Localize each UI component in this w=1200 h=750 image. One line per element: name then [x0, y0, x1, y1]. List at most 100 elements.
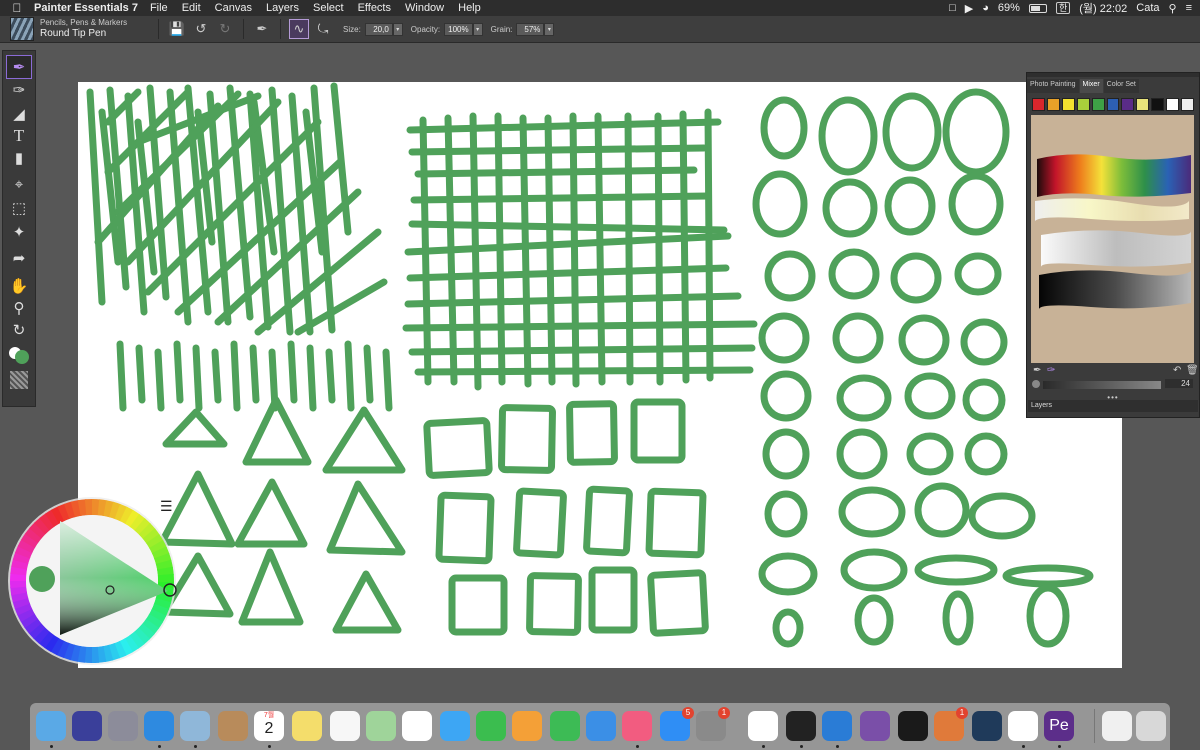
- photos-icon[interactable]: [402, 711, 432, 741]
- battery-icon[interactable]: [1028, 3, 1047, 13]
- app-menu[interactable]: Painter Essentials 7: [34, 2, 138, 14]
- crop-tool-icon[interactable]: ⌖: [7, 173, 31, 195]
- menu-window[interactable]: Window: [405, 2, 444, 14]
- grabber-hand-icon[interactable]: ✋: [7, 275, 31, 297]
- safari-icon[interactable]: [144, 711, 174, 741]
- facetime-icon[interactable]: [476, 711, 506, 741]
- grain-field[interactable]: 57%: [516, 22, 545, 36]
- mixer-brush-size-slider[interactable]: 24: [1029, 379, 1197, 391]
- emacs-icon[interactable]: [860, 711, 890, 741]
- rectangle-select-icon[interactable]: ⬚: [7, 197, 31, 219]
- mixer-swatch[interactable]: [1076, 98, 1090, 111]
- brush-selector[interactable]: Pencils, Pens & Markers Round Tip Pen: [40, 18, 152, 40]
- pages-icon[interactable]: [512, 711, 542, 741]
- eraser-tool-icon[interactable]: ▮: [7, 147, 31, 169]
- launchpad-icon[interactable]: [108, 711, 138, 741]
- battery-percent[interactable]: 69%: [998, 2, 1020, 14]
- paper-texture-icon[interactable]: [7, 369, 31, 391]
- mixer-dirty-brush-icon[interactable]: ✒: [1033, 365, 1041, 376]
- preview-icon[interactable]: [180, 711, 210, 741]
- maps-icon[interactable]: [366, 711, 396, 741]
- mixer-swatch[interactable]: [1091, 98, 1105, 111]
- menu-canvas[interactable]: Canvas: [215, 2, 252, 14]
- mixer-dropper-icon[interactable]: ✑: [1047, 365, 1055, 376]
- trash-icon[interactable]: [1136, 711, 1166, 741]
- mixer-pad[interactable]: [1031, 115, 1194, 363]
- documents-icon[interactable]: [1102, 711, 1132, 741]
- size-dropdown-icon[interactable]: ▾: [392, 22, 403, 36]
- apple-menu-icon[interactable]: : [0, 1, 34, 15]
- dropper-tool-icon[interactable]: ✑: [7, 79, 31, 101]
- painter-icon[interactable]: Pe: [1044, 711, 1074, 741]
- menu-help[interactable]: Help: [458, 2, 481, 14]
- siri-status-icon[interactable]: ▶: [965, 2, 973, 15]
- user-name[interactable]: Cata: [1136, 2, 1159, 14]
- undo-icon[interactable]: ↺: [191, 19, 211, 39]
- clock[interactable]: (월) 22:02: [1079, 0, 1127, 16]
- siri-icon[interactable]: [72, 711, 102, 741]
- mixer-trash-icon[interactable]: 🗑: [1186, 365, 1199, 376]
- straight-line-stroke-icon[interactable]: ⤿: [313, 19, 333, 39]
- wifi-icon[interactable]: ◕: [982, 2, 989, 14]
- vscode-icon[interactable]: [822, 711, 852, 741]
- transform-tool-icon[interactable]: ➦: [7, 247, 31, 269]
- notification-center-icon[interactable]: ≡: [1186, 2, 1192, 14]
- notes-icon[interactable]: [292, 711, 322, 741]
- mixer-swatch[interactable]: [1136, 98, 1150, 111]
- finder-icon[interactable]: [36, 711, 66, 741]
- tab-mixer[interactable]: Mixer: [1079, 79, 1103, 93]
- mixer-undo-icon[interactable]: ↶: [1173, 365, 1181, 376]
- text-tool-icon[interactable]: T: [7, 125, 31, 147]
- menu-select[interactable]: Select: [313, 2, 344, 14]
- mixer-swatch[interactable]: [1121, 98, 1135, 111]
- rotate-page-icon[interactable]: ↻: [7, 319, 31, 341]
- grain-dropdown-icon[interactable]: ▾: [544, 22, 555, 36]
- brush-thumbnail[interactable]: [10, 17, 34, 41]
- redo-icon[interactable]: ↻: [215, 19, 235, 39]
- opacity-dropdown-icon[interactable]: ▾: [472, 22, 483, 36]
- menu-layers[interactable]: Layers: [266, 2, 299, 14]
- mixer-swatch[interactable]: [1166, 98, 1180, 111]
- brush-tool-icon[interactable]: ✒: [252, 19, 272, 39]
- menu-effects[interactable]: Effects: [358, 2, 391, 14]
- terminal-icon[interactable]: [786, 711, 816, 741]
- music-icon[interactable]: [622, 711, 652, 741]
- layers-panel-header[interactable]: Layers: [1028, 400, 1198, 412]
- magic-wand-icon[interactable]: ✦: [7, 221, 31, 243]
- hue-ring-segment[interactable]: [157, 573, 174, 583]
- brush-tool-icon[interactable]: ✒: [6, 55, 32, 79]
- contacts-icon[interactable]: [218, 711, 248, 741]
- notification-status-icon[interactable]: □: [949, 2, 956, 14]
- calendar-icon[interactable]: 7월 2: [254, 711, 284, 741]
- mixer-swatch[interactable]: [1032, 98, 1045, 111]
- mixer-swatch[interactable]: [1151, 98, 1165, 111]
- numbers-icon[interactable]: [550, 711, 580, 741]
- color-wheel[interactable]: [8, 495, 180, 667]
- size-field[interactable]: 20,0: [364, 22, 393, 36]
- tab-photo-painting[interactable]: Photo Painting: [1027, 79, 1079, 93]
- paint-bucket-tool-icon[interactable]: ◢: [7, 103, 31, 125]
- menu-file[interactable]: File: [150, 2, 168, 14]
- drawing-canvas[interactable]: [78, 82, 1122, 668]
- piano-icon[interactable]: [898, 711, 928, 741]
- freehand-stroke-icon[interactable]: ∿: [289, 19, 309, 39]
- app-store-icon[interactable]: 5: [660, 707, 694, 741]
- messages-icon[interactable]: [440, 711, 470, 741]
- color-wheel-menu-icon[interactable]: ☰: [160, 498, 173, 515]
- system-preferences-icon[interactable]: 1: [696, 707, 730, 741]
- save-icon[interactable]: 💾: [167, 19, 187, 39]
- chrome-icon[interactable]: [748, 711, 778, 741]
- brush-size-value[interactable]: 24: [1165, 379, 1193, 388]
- mixer-swatch[interactable]: [1106, 98, 1120, 111]
- main-color-swatch-icon[interactable]: [7, 345, 31, 367]
- mixer-swatch[interactable]: [1181, 98, 1194, 111]
- menu-edit[interactable]: Edit: [182, 2, 201, 14]
- keynote-icon[interactable]: [586, 711, 616, 741]
- bug-app-icon[interactable]: 1: [934, 707, 968, 741]
- magnifier-icon[interactable]: ⚲: [7, 297, 31, 319]
- reminders-icon[interactable]: [330, 711, 360, 741]
- mixer-swatch[interactable]: [1046, 98, 1060, 111]
- steam-icon[interactable]: [972, 711, 1002, 741]
- w-app-icon[interactable]: [1008, 711, 1038, 741]
- input-source-badge[interactable]: 한: [1055, 2, 1071, 14]
